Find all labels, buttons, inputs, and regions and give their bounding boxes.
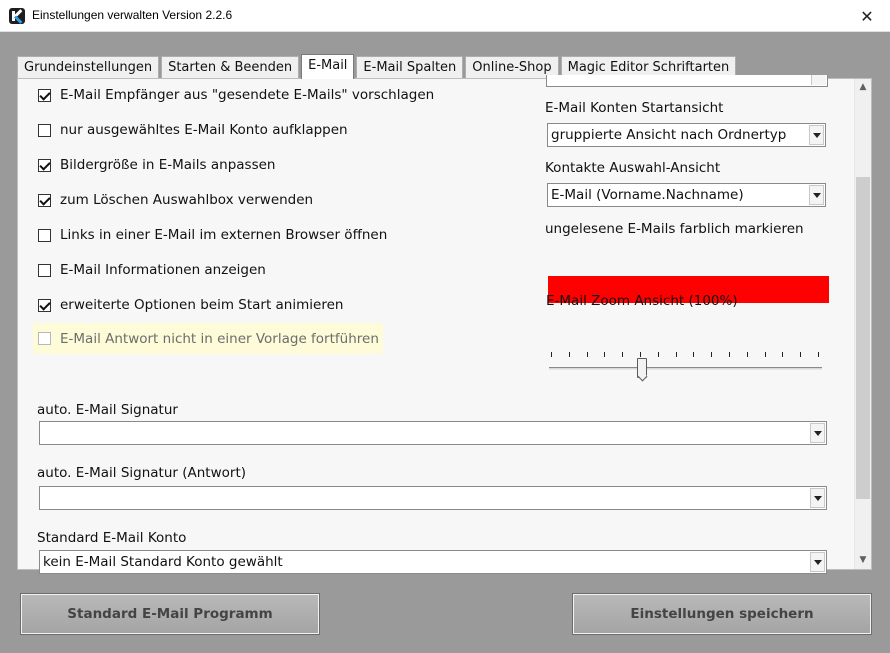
tab-email[interactable]: E-Mail (301, 54, 355, 79)
kontakte-auswahl-value: E-Mail (Vorname.Nachname) (551, 187, 744, 203)
zoom-ansicht-label: E-Mail Zoom Ansicht (100%) (546, 293, 738, 309)
chevron-down-icon (812, 192, 821, 198)
chevron-down-icon (813, 559, 822, 565)
slider-tick (711, 352, 713, 357)
checkbox-row-bildergroesse[interactable]: Bildergröße in E-Mails anpassen (38, 152, 275, 178)
checkbox-loeschen-auswahlbox[interactable] (38, 193, 51, 207)
checkbox-row-empfaenger-vorschlagen[interactable]: E-Mail Empfänger aus "gesendete E-Mails"… (38, 82, 434, 108)
konten-startansicht-label: E-Mail Konten Startansicht (545, 100, 724, 116)
signatur-dropdown-button[interactable] (810, 423, 825, 443)
checkbox-antwort-vorlage[interactable] (38, 332, 51, 345)
k-logo-icon (9, 8, 25, 24)
konten-dropdown-button[interactable] (809, 125, 824, 145)
standard-konto-label: Standard E-Mail Konto (37, 530, 187, 546)
vertical-scrollbar[interactable]: ▲ ▼ (854, 79, 871, 569)
slider-tick (764, 352, 766, 357)
checkbox-label: nur ausgewähltes E-Mail Konto aufklappen (60, 122, 348, 138)
slider-tick (586, 352, 588, 357)
checkbox-optionen-animieren[interactable] (38, 298, 51, 312)
slider-tick (746, 352, 748, 357)
slider-tick (729, 352, 730, 357)
checkbox-konto-aufklappen[interactable] (38, 123, 51, 137)
slider-tick (800, 352, 802, 357)
tab-online-shop[interactable]: Online-Shop (465, 56, 559, 78)
konten-startansicht-value: gruppierte Ansicht nach Ordnertyp (551, 127, 787, 143)
konten-startansicht-select[interactable]: gruppierte Ansicht nach Ordnertyp (547, 123, 826, 147)
partial-combo-top[interactable] (546, 75, 828, 87)
signatur-select[interactable] (39, 421, 827, 445)
signatur-label: auto. E-Mail Signatur (37, 402, 178, 418)
slider-tick (622, 352, 624, 357)
checkbox-row-externer-browser[interactable]: Links in einer E-Mail im externen Browse… (38, 222, 387, 248)
close-button[interactable]: ✕ (844, 0, 890, 32)
checkbox-empfaenger-vorschlagen[interactable] (38, 88, 51, 102)
slider-tick (604, 352, 606, 357)
title-bar: Einstellungen verwalten Version 2.2.6 ✕ (0, 0, 890, 32)
close-icon: ✕ (860, 6, 874, 26)
standard-konto-select[interactable]: kein E-Mail Standard Konto gewählt (39, 550, 827, 574)
checkbox-row-email-informationen[interactable]: E-Mail Informationen anzeigen (38, 257, 266, 283)
email-settings-panel: E-Mail Empfänger aus "gesendete E-Mails"… (17, 75, 872, 574)
scroll-down-button[interactable]: ▼ (855, 552, 871, 569)
checkbox-externer-browser[interactable] (38, 228, 51, 242)
slider-tick (551, 352, 552, 357)
kontakte-dropdown-button[interactable] (809, 185, 824, 205)
slider-tick (640, 352, 641, 357)
signatur-antwort-select[interactable] (39, 486, 827, 510)
kontakte-auswahl-label: Kontakte Auswahl-Ansicht (545, 160, 721, 176)
tab-starten-beenden[interactable]: Starten & Beenden (161, 56, 300, 78)
checkbox-row-loeschen-auswahlbox[interactable]: zum Löschen Auswahlbox verwenden (38, 187, 313, 213)
checkbox-row-antwort-vorlage[interactable]: E-Mail Antwort nicht in einer Vorlage fo… (33, 323, 383, 354)
standard-konto-dropdown-button[interactable] (810, 552, 825, 572)
scroll-thumb[interactable] (856, 177, 870, 499)
einstellungen-speichern-button[interactable]: Einstellungen speichern (572, 593, 872, 635)
slider-tick (675, 352, 677, 357)
scroll-up-button[interactable]: ▲ (855, 79, 871, 96)
slider-tick (693, 352, 695, 357)
checkbox-label: E-Mail Empfänger aus "gesendete E-Mails"… (60, 87, 435, 103)
window-title: Einstellungen verwalten Version 2.2.6 (32, 8, 233, 22)
slider-tick (782, 352, 784, 357)
checkbox-label: E-Mail Antwort nicht in einer Vorlage fo… (60, 330, 379, 347)
standard-konto-value: kein E-Mail Standard Konto gewählt (43, 554, 283, 570)
checkbox-label: E-Mail Informationen anzeigen (60, 262, 266, 278)
checkbox-label: erweiterte Optionen beim Start animieren (60, 297, 344, 313)
slider-tick (657, 352, 659, 357)
checkbox-row-konto-aufklappen[interactable]: nur ausgewähltes E-Mail Konto aufklappen (38, 117, 348, 143)
zoom-slider-thumb[interactable] (637, 358, 647, 378)
ungelesen-markieren-label: ungelesene E-Mails farblich markieren (545, 221, 804, 237)
signatur-antwort-label: auto. E-Mail Signatur (Antwort) (37, 465, 247, 481)
checkbox-bildergroesse[interactable] (38, 158, 51, 172)
standard-email-programm-button[interactable]: Standard E-Mail Programm (20, 593, 320, 635)
checkbox-email-informationen[interactable] (38, 263, 51, 277)
slider-tick (818, 352, 819, 357)
signatur-antwort-dropdown-button[interactable] (810, 488, 825, 508)
kontakte-auswahl-select[interactable]: E-Mail (Vorname.Nachname) (547, 183, 826, 207)
checkbox-row-optionen-animieren[interactable]: erweiterte Optionen beim Start animieren (38, 292, 343, 318)
chevron-down-icon (813, 430, 822, 436)
tab-email-spalten[interactable]: E-Mail Spalten (356, 56, 464, 78)
zoom-slider-track[interactable] (549, 367, 822, 370)
checkbox-label: Bildergröße in E-Mails anpassen (60, 157, 276, 173)
tab-grundeinstellungen[interactable]: Grundeinstellungen (17, 56, 160, 78)
chevron-down-icon (813, 495, 822, 501)
chevron-down-icon (812, 132, 821, 138)
slider-tick (568, 352, 570, 357)
checkbox-label: zum Löschen Auswahlbox verwenden (60, 192, 314, 208)
checkbox-label: Links in einer E-Mail im externen Browse… (60, 227, 388, 243)
settings-window: Grundeinstellungen Starten & Beenden E-M… (0, 32, 890, 653)
